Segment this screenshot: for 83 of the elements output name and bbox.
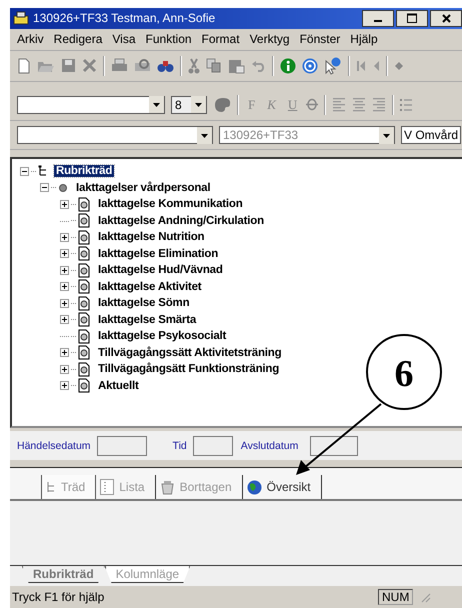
expand-toggle[interactable] <box>60 348 69 358</box>
menu-item[interactable]: Fönster <box>294 32 346 46</box>
document-icon <box>78 230 90 245</box>
expand-toggle[interactable] <box>60 364 69 374</box>
menu-item[interactable]: Visa <box>107 32 141 46</box>
maximize-button[interactable] <box>396 10 428 27</box>
expand-toggle[interactable] <box>20 166 29 176</box>
hierarchy-icon <box>46 480 56 494</box>
pointer-help-icon[interactable] <box>324 56 342 75</box>
field-label: Tid <box>172 440 187 452</box>
field-label: Avslutdatum <box>240 440 298 452</box>
document-icon <box>78 378 90 394</box>
tree-item[interactable]: Iakttagelse Kommunikation <box>96 198 245 210</box>
paste-icon[interactable] <box>228 58 245 74</box>
tree-item[interactable]: Tillvägagångsätt Funktionsträning <box>96 363 282 376</box>
globe-icon <box>246 480 262 495</box>
expand-toggle[interactable] <box>60 266 69 275</box>
binoculars-icon[interactable] <box>157 58 174 73</box>
menu-item[interactable]: Hjälp <box>345 32 383 46</box>
document-icon <box>78 246 90 262</box>
status-text: Tryck F1 för hjälp <box>12 590 106 604</box>
menu-item[interactable]: Funktion <box>140 32 197 46</box>
tree-item[interactable]: Iakttagelse Sömn <box>96 297 192 310</box>
document-icon <box>78 312 90 328</box>
tree-item[interactable]: Iakttagelse Nutrition <box>96 231 206 244</box>
document-icon <box>78 328 90 344</box>
list-icon <box>100 479 114 496</box>
tree-item[interactable]: Iakttagelse Aktivitet <box>96 280 204 293</box>
save-icon[interactable] <box>61 58 76 74</box>
size-dropdown[interactable]: 8 <box>171 96 207 114</box>
resize-grip-icon[interactable] <box>419 591 432 604</box>
document-icon <box>78 345 90 360</box>
menu-item[interactable]: Format <box>196 32 245 46</box>
unit-dropdown[interactable]: V Omvård <box>401 126 461 144</box>
document-icon <box>78 362 90 377</box>
field-label: Händelsedatum <box>17 440 91 452</box>
sheet-tab[interactable]: Rubrikträd <box>22 566 105 584</box>
status-indicator: NUM <box>378 589 414 606</box>
app-icon <box>13 11 29 26</box>
expand-toggle[interactable] <box>60 232 69 242</box>
tree-item[interactable]: Iakttagelser vårdpersonal <box>74 182 212 194</box>
tree-item[interactable]: Iakttagelse Smärta <box>96 314 198 326</box>
close-button[interactable] <box>430 10 462 27</box>
tree-item[interactable]: Iakttagelse Hud/Vävnad <box>96 264 225 276</box>
callout-number: 6 <box>394 353 414 395</box>
document-icon <box>78 262 90 278</box>
info-icon[interactable] <box>280 58 296 74</box>
tree-item[interactable]: Aktuellt <box>96 380 141 392</box>
help-icon[interactable] <box>302 58 318 74</box>
menu-item[interactable]: Verktyg <box>244 32 295 46</box>
circle-icon <box>58 182 68 193</box>
view-tab[interactable]: Översikt <box>242 475 322 500</box>
expand-toggle[interactable] <box>60 298 69 308</box>
close-icon[interactable] <box>442 14 450 23</box>
document-icon <box>78 279 90 294</box>
expand-toggle[interactable] <box>40 183 49 192</box>
patient-dropdown[interactable]: 130926+TF33 <box>219 126 395 144</box>
copy-icon[interactable] <box>206 58 222 74</box>
document-icon <box>78 213 90 228</box>
menu-item[interactable]: Redigera <box>48 32 108 46</box>
tree-item[interactable]: Iakttagelse Elimination <box>96 248 220 260</box>
tree-item[interactable]: Tillvägagångssätt Aktivitetsträning <box>96 346 284 359</box>
minimize-button[interactable] <box>362 10 394 27</box>
bin-icon <box>160 480 175 495</box>
maximize-icon[interactable] <box>407 13 417 24</box>
tree-item[interactable]: Iakttagelse Andning/Cirkulation <box>96 214 266 227</box>
expand-toggle[interactable] <box>60 282 69 292</box>
tree-item[interactable]: Rubrikträd <box>54 165 114 178</box>
new-document-icon[interactable] <box>17 58 31 74</box>
tree-item[interactable]: Iakttagelse Psykosocialt <box>96 330 228 342</box>
category-dropdown[interactable] <box>17 126 213 144</box>
document-icon <box>78 296 90 311</box>
expand-toggle[interactable] <box>60 200 69 209</box>
expand-toggle[interactable] <box>60 315 69 324</box>
menu-item[interactable]: Arkiv <box>12 32 49 46</box>
window-title: 130926+TF33 Testman, Ann-Sofie <box>33 11 216 26</box>
expand-toggle[interactable] <box>60 249 69 258</box>
print-preview-icon[interactable] <box>134 58 151 74</box>
expand-toggle[interactable] <box>60 381 69 390</box>
hierarchy-icon <box>38 165 48 178</box>
document-icon <box>78 196 90 212</box>
palette-icon[interactable] <box>213 96 231 113</box>
font-dropdown[interactable] <box>17 96 165 114</box>
